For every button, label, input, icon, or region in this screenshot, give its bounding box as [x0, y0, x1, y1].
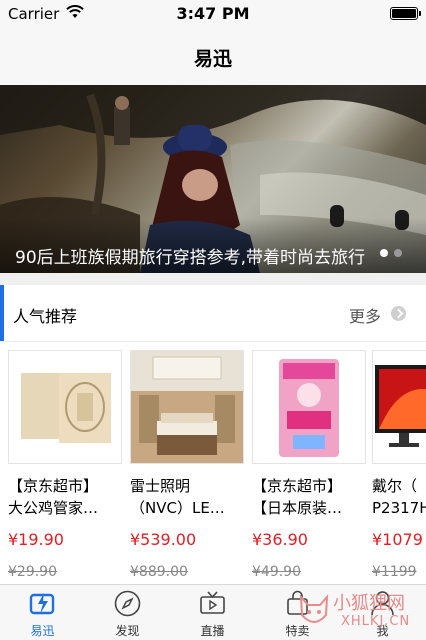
tab-live[interactable]: 直播 [170, 585, 255, 640]
fox-logo-icon [299, 594, 329, 623]
page-dot-active [380, 249, 388, 257]
popular-section-header: 人气推荐 更多 [0, 285, 426, 342]
product-card[interactable]: 雷士照明 （NVC）LE… ¥539.00 ¥889.00 [130, 342, 248, 582]
tv-icon [200, 591, 225, 614]
tab-home[interactable]: 易迅 [0, 585, 85, 640]
page-dot [394, 249, 402, 257]
status-time: 3:47 PM [176, 4, 250, 23]
product-price: ¥36.90 [252, 530, 308, 549]
product-name: 【京东超市】 【日本原装… [252, 477, 343, 517]
battery-icon [390, 7, 421, 20]
product-image [8, 350, 122, 464]
tab-discover[interactable]: 发现 [85, 585, 170, 640]
carousel-page-indicator [380, 249, 410, 259]
product-price: ¥1079 [372, 530, 423, 549]
watermark-subtext: XHLKJ.CN [341, 614, 411, 629]
tab-label: 发现 [115, 624, 140, 638]
product-card[interactable]: 【京东超市】 大公鸡管家… ¥19.90 ¥29.90 [8, 342, 126, 582]
product-image [372, 350, 426, 464]
navigation-bar: 易迅 [0, 28, 426, 86]
product-image [130, 350, 244, 464]
banner-carousel[interactable]: 90后上班族假期旅行穿搭参考,带着时尚去旅行 [0, 85, 426, 273]
watermark-text: 小狐狸网 [333, 593, 405, 614]
section-divider [0, 273, 426, 285]
product-original-price: ¥29.90 [8, 564, 57, 580]
home-icon [29, 593, 55, 615]
product-name: 【京东超市】 大公鸡管家… [8, 477, 99, 517]
page-title: 易迅 [193, 48, 232, 70]
status-bar: Carrier 3:47 PM [0, 0, 426, 28]
product-original-price: ¥49.90 [252, 564, 301, 580]
tab-label: 直播 [200, 624, 225, 638]
section-title: 人气推荐 [13, 307, 78, 326]
product-name: 戴尔（ P2317H [372, 477, 426, 517]
product-card[interactable]: 戴尔（ P2317H ¥1079 ¥1199 [372, 342, 426, 582]
product-image [252, 350, 366, 464]
watermark: 小狐狸网 XHLKJ.CN [297, 591, 425, 635]
product-name: 雷士照明 （NVC）LE… [130, 477, 225, 517]
banner-caption: 90后上班族假期旅行穿搭参考,带着时尚去旅行 [15, 248, 366, 268]
chevron-right-icon[interactable] [391, 306, 406, 321]
product-original-price: ¥889.00 [130, 564, 188, 580]
product-original-price: ¥1199 [372, 564, 417, 580]
product-carousel[interactable]: 【京东超市】 大公鸡管家… ¥19.90 ¥29.90 雷士照明 （NVC）LE… [0, 342, 426, 582]
product-price: ¥19.90 [8, 530, 64, 549]
section-accent-bar [0, 285, 4, 341]
product-price: ¥539.00 [130, 530, 197, 549]
more-link[interactable]: 更多 [349, 303, 381, 327]
compass-icon [114, 590, 141, 617]
tab-label: 易迅 [30, 624, 55, 638]
product-card[interactable]: 【京东超市】 【日本原装… ¥36.90 ¥49.90 [252, 342, 370, 582]
